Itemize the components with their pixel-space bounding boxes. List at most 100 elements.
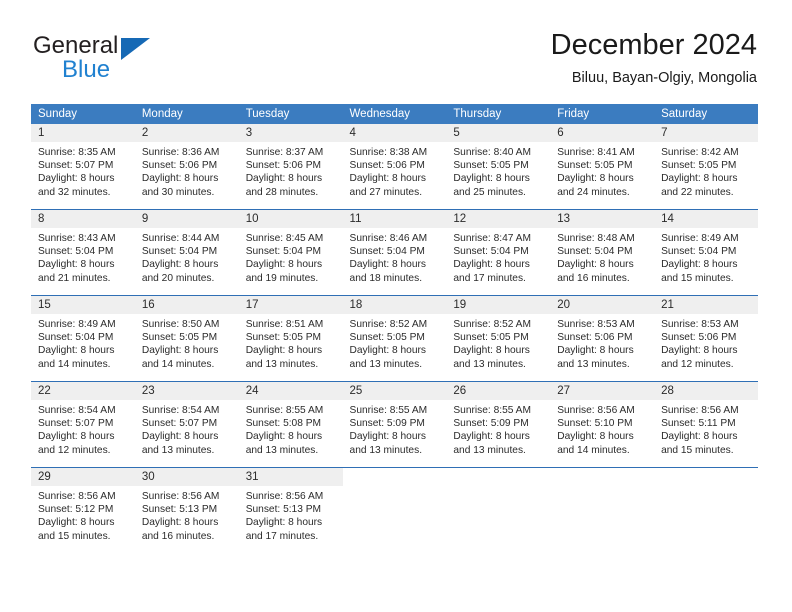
- calendar-day-cell[interactable]: 8 Sunrise: 8:43 AM Sunset: 5:04 PM Daylight…: [31, 209, 135, 296]
- day-details: Sunrise: 8:42 AM Sunset: 5:05 PM Daylight:…: [654, 142, 758, 199]
- calendar-page: General Blue December 2024 Biluu, Bayan-…: [0, 0, 792, 612]
- calendar-table: Sunday Monday Tuesday Wednesday Thursday…: [31, 104, 758, 553]
- calendar-day-cell[interactable]: 4 Sunrise: 8:38 AM Sunset: 5:06 PM Daylight…: [342, 124, 447, 210]
- calendar-day-cell[interactable]: 24 Sunrise: 8:55 AM Sunset: 5:08 PM Dayligh…: [238, 381, 343, 468]
- calendar-day-cell[interactable]: [550, 467, 655, 553]
- sunrise-text: Sunrise: 8:49 AM: [661, 233, 739, 244]
- daylight-text-line1: Daylight: 8 hours: [349, 259, 426, 271]
- general-blue-logo[interactable]: General Blue: [33, 32, 263, 84]
- calendar-day-cell[interactable]: 18 Sunrise: 8:52 AM Sunset: 5:05 PM Dayligh…: [342, 295, 447, 382]
- calendar-day-cell[interactable]: 12 Sunrise: 8:47 AM Sunset: 5:04 PM Dayligh…: [446, 209, 551, 296]
- calendar-day-cell[interactable]: 22 Sunrise: 8:54 AM Sunset: 5:07 PM Dayligh…: [31, 381, 135, 468]
- calendar-day-content: 18 Sunrise: 8:52 AM Sunset: 5:05 PM Dayligh…: [342, 296, 447, 381]
- calendar-day-cell[interactable]: 23 Sunrise: 8:54 AM Sunset: 5:07 PM Dayligh…: [134, 381, 239, 468]
- daylight-text-line2: and 13 minutes.: [557, 358, 630, 370]
- calendar-day-cell[interactable]: [446, 467, 551, 553]
- daylight-text-line2: and 13 minutes.: [141, 444, 215, 456]
- sunrise-text: Sunrise: 8:38 AM: [349, 147, 428, 158]
- daylight-text-line1: Daylight: 8 hours: [245, 431, 323, 443]
- calendar-day-empty: [654, 468, 758, 553]
- daylight-text-line2: and 21 minutes.: [38, 272, 111, 284]
- sunset-text: Sunset: 5:07 PM: [141, 418, 218, 430]
- calendar-day-cell[interactable]: 16 Sunrise: 8:50 AM Sunset: 5:05 PM Dayligh…: [134, 295, 239, 382]
- day-number: 21: [654, 296, 758, 314]
- calendar-day-cell[interactable]: 10 Sunrise: 8:45 AM Sunset: 5:04 PM Dayligh…: [238, 209, 343, 296]
- calendar-day-cell[interactable]: [342, 467, 447, 553]
- daylight-text-line1: Daylight: 8 hours: [661, 345, 738, 357]
- day-number: 25: [342, 382, 447, 400]
- sunset-text: Sunset: 5:04 PM: [453, 246, 529, 258]
- calendar-day-cell[interactable]: 9 Sunrise: 8:44 AM Sunset: 5:04 PM Daylight…: [134, 209, 239, 296]
- calendar-day-empty: [446, 468, 551, 553]
- day-number: 8: [31, 210, 135, 228]
- calendar-day-cell[interactable]: 31 Sunrise: 8:56 AM Sunset: 5:13 PM Dayligh…: [238, 467, 343, 553]
- calendar-week-row: 1 Sunrise: 8:35 AM Sunset: 5:07 PM Daylight…: [31, 124, 758, 210]
- calendar-day-cell[interactable]: 7 Sunrise: 8:42 AM Sunset: 5:05 PM Daylight…: [654, 124, 758, 210]
- daylight-text-line1: Daylight: 8 hours: [557, 431, 634, 443]
- daylight-text-line2: and 19 minutes.: [245, 272, 319, 284]
- calendar-day-cell[interactable]: 26 Sunrise: 8:55 AM Sunset: 5:09 PM Dayligh…: [446, 381, 551, 468]
- sunset-text: Sunset: 5:04 PM: [38, 332, 114, 344]
- calendar-day-cell[interactable]: 14 Sunrise: 8:49 AM Sunset: 5:04 PM Dayligh…: [654, 209, 758, 296]
- calendar-day-content: 5 Sunrise: 8:40 AM Sunset: 5:05 PM Daylight…: [446, 124, 551, 209]
- calendar-day-content: 30 Sunrise: 8:56 AM Sunset: 5:13 PM Dayligh…: [134, 468, 239, 553]
- day-details: Sunrise: 8:46 AM Sunset: 5:04 PM Daylight:…: [343, 228, 447, 285]
- calendar-day-cell[interactable]: 30 Sunrise: 8:56 AM Sunset: 5:13 PM Dayligh…: [134, 467, 239, 553]
- day-details: Sunrise: 8:48 AM Sunset: 5:04 PM Daylight:…: [550, 228, 654, 285]
- calendar-day-cell[interactable]: 19 Sunrise: 8:52 AM Sunset: 5:05 PM Dayligh…: [446, 295, 551, 382]
- day-details: Sunrise: 8:56 AM Sunset: 5:12 PM Daylight:…: [31, 486, 135, 543]
- calendar-day-cell[interactable]: 5 Sunrise: 8:40 AM Sunset: 5:05 PM Daylight…: [446, 124, 551, 210]
- day-details: Sunrise: 8:38 AM Sunset: 5:06 PM Daylight:…: [343, 142, 447, 199]
- calendar-day-cell[interactable]: 27 Sunrise: 8:56 AM Sunset: 5:10 PM Dayligh…: [550, 381, 655, 468]
- day-details: Sunrise: 8:36 AM Sunset: 5:06 PM Daylight:…: [135, 142, 239, 199]
- calendar-day-cell[interactable]: 20 Sunrise: 8:53 AM Sunset: 5:06 PM Dayligh…: [550, 295, 655, 382]
- daylight-text-line1: Daylight: 8 hours: [661, 259, 738, 271]
- weekday-header-row: Sunday Monday Tuesday Wednesday Thursday…: [31, 104, 758, 124]
- day-details: Sunrise: 8:49 AM Sunset: 5:04 PM Daylight:…: [654, 228, 758, 285]
- sunrise-text: Sunrise: 8:56 AM: [245, 491, 324, 502]
- sunset-text: Sunset: 5:09 PM: [349, 418, 425, 430]
- daylight-text-line1: Daylight: 8 hours: [141, 173, 219, 185]
- day-number: 28: [654, 382, 758, 400]
- calendar-week-row: 8 Sunrise: 8:43 AM Sunset: 5:04 PM Daylight…: [31, 209, 758, 296]
- calendar-day-cell[interactable]: [654, 467, 758, 553]
- day-number: 11: [342, 210, 447, 228]
- sunset-text: Sunset: 5:13 PM: [245, 504, 322, 516]
- calendar-day-cell[interactable]: 2 Sunrise: 8:36 AM Sunset: 5:06 PM Daylight…: [134, 124, 239, 210]
- day-details: Sunrise: 8:53 AM Sunset: 5:06 PM Daylight:…: [550, 314, 654, 371]
- day-number: 7: [654, 124, 758, 142]
- daylight-text-line1: Daylight: 8 hours: [453, 173, 530, 185]
- calendar-day-cell[interactable]: 15 Sunrise: 8:49 AM Sunset: 5:04 PM Dayligh…: [31, 295, 135, 382]
- calendar-day-content: 8 Sunrise: 8:43 AM Sunset: 5:04 PM Daylight…: [31, 210, 135, 295]
- calendar-day-content: 31 Sunrise: 8:56 AM Sunset: 5:13 PM Dayligh…: [238, 468, 343, 553]
- day-number: 26: [446, 382, 551, 400]
- calendar-day-cell[interactable]: 29 Sunrise: 8:56 AM Sunset: 5:12 PM Dayligh…: [31, 467, 135, 553]
- calendar-day-cell[interactable]: 1 Sunrise: 8:35 AM Sunset: 5:07 PM Daylight…: [31, 124, 135, 210]
- calendar-day-cell[interactable]: 21 Sunrise: 8:53 AM Sunset: 5:06 PM Dayligh…: [654, 295, 758, 382]
- sunset-text: Sunset: 5:06 PM: [661, 332, 737, 344]
- calendar-day-cell[interactable]: 6 Sunrise: 8:41 AM Sunset: 5:05 PM Daylight…: [550, 124, 655, 210]
- daylight-text-line1: Daylight: 8 hours: [557, 259, 634, 271]
- calendar-day-content: 21 Sunrise: 8:53 AM Sunset: 5:06 PM Dayligh…: [654, 296, 758, 381]
- calendar-day-cell[interactable]: 28 Sunrise: 8:56 AM Sunset: 5:11 PM Dayligh…: [654, 381, 758, 468]
- sunrise-text: Sunrise: 8:51 AM: [245, 319, 324, 330]
- calendar-day-content: 28 Sunrise: 8:56 AM Sunset: 5:11 PM Dayligh…: [654, 382, 758, 467]
- day-details: Sunrise: 8:51 AM Sunset: 5:05 PM Daylight:…: [239, 314, 343, 371]
- calendar-day-cell[interactable]: 11 Sunrise: 8:46 AM Sunset: 5:04 PM Dayligh…: [342, 209, 447, 296]
- calendar-day-cell[interactable]: 13 Sunrise: 8:48 AM Sunset: 5:04 PM Dayligh…: [550, 209, 655, 296]
- daylight-text-line2: and 17 minutes.: [453, 272, 526, 284]
- calendar-day-cell[interactable]: 3 Sunrise: 8:37 AM Sunset: 5:06 PM Daylight…: [238, 124, 343, 210]
- sunrise-text: Sunrise: 8:35 AM: [38, 147, 116, 158]
- page-title: December 2024: [550, 29, 757, 61]
- day-details: Sunrise: 8:50 AM Sunset: 5:05 PM Daylight:…: [135, 314, 239, 371]
- page-subtitle: Biluu, Bayan-Olgiy, Mongolia: [571, 70, 757, 86]
- day-number: 14: [654, 210, 758, 228]
- calendar-day-cell[interactable]: 17 Sunrise: 8:51 AM Sunset: 5:05 PM Dayligh…: [238, 295, 343, 382]
- day-details: Sunrise: 8:37 AM Sunset: 5:06 PM Daylight:…: [239, 142, 343, 199]
- sunset-text: Sunset: 5:06 PM: [349, 160, 425, 172]
- sunrise-text: Sunrise: 8:42 AM: [661, 147, 739, 158]
- sunrise-text: Sunrise: 8:47 AM: [453, 233, 531, 244]
- calendar-day-cell[interactable]: 25 Sunrise: 8:55 AM Sunset: 5:09 PM Dayligh…: [342, 381, 447, 468]
- daylight-text-line2: and 20 minutes.: [141, 272, 215, 284]
- day-details: Sunrise: 8:56 AM Sunset: 5:11 PM Daylight:…: [654, 400, 758, 457]
